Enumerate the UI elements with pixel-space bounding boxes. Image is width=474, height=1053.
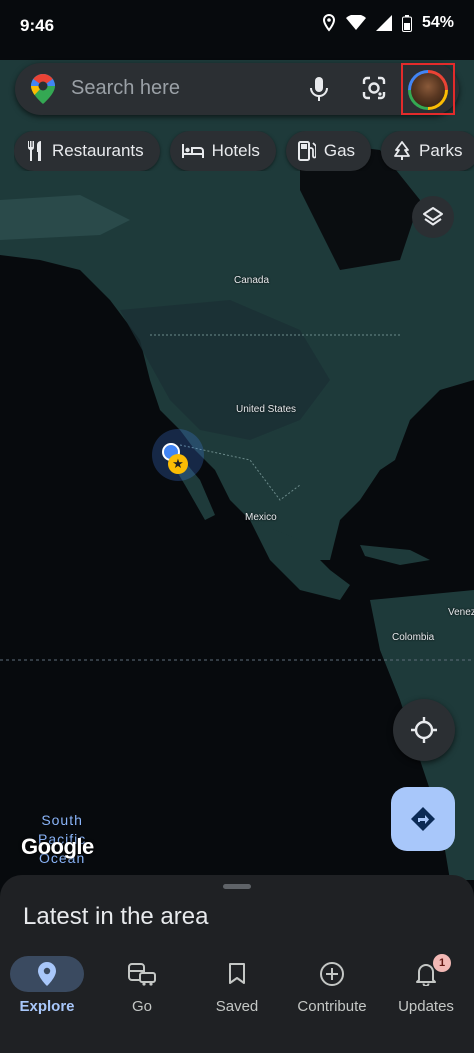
sheet-drag-handle[interactable] (223, 884, 251, 889)
category-chips: Restaurants Hotels Gas Parks (14, 131, 474, 171)
search-input[interactable]: Search here (71, 77, 180, 100)
bed-icon (181, 144, 204, 158)
bottom-sheet[interactable]: Latest in the area (0, 875, 474, 955)
nav-label: Saved (215, 998, 259, 1015)
map-label-venezuela: Venez (448, 607, 474, 618)
nav-label: Go (131, 998, 152, 1015)
commute-icon (128, 963, 156, 986)
status-time: 9:46 (20, 16, 55, 35)
map-label-united-states: United States (236, 404, 297, 415)
avatar (408, 70, 448, 110)
location-status-icon (322, 14, 335, 32)
nav-explore[interactable]: Explore (2, 956, 92, 1015)
add-circle-icon (320, 962, 344, 986)
account-avatar-button[interactable] (401, 63, 455, 115)
wifi-icon (345, 15, 366, 30)
chip-parks[interactable]: Parks (381, 131, 474, 171)
tree-icon (394, 141, 410, 160)
nav-updates[interactable]: 1 Updates (381, 954, 471, 1015)
directions-button[interactable] (391, 787, 455, 851)
chip-label: Parks (419, 141, 463, 160)
signal-icon (375, 15, 392, 31)
google-maps-pin-icon (31, 74, 55, 104)
chip-label: Restaurants (52, 141, 144, 160)
google-lens-icon[interactable] (361, 75, 387, 101)
nav-contribute[interactable]: Contribute (287, 956, 377, 1015)
chip-label: Gas (323, 141, 356, 160)
gas-pump-icon (297, 141, 316, 161)
saved-place-star-icon[interactable]: ★ (168, 454, 188, 474)
nav-label: Explore (19, 998, 75, 1015)
nav-label: Contribute (297, 998, 367, 1015)
chip-restaurants[interactable]: Restaurants (14, 131, 160, 171)
google-logo: Google (21, 834, 94, 859)
nav-go[interactable]: Go (97, 956, 187, 1015)
layers-icon (423, 207, 443, 226)
map-label-canada: Canada (234, 275, 270, 286)
battery-icon (401, 14, 412, 32)
status-bar: 9:46 54% (0, 0, 474, 52)
map-label-mexico: Mexico (245, 512, 277, 523)
bottom-navigation: Explore Go Saved Contribute 1 Updates (0, 948, 474, 1053)
fork-knife-icon (27, 141, 41, 161)
chip-label: Hotels (211, 141, 260, 160)
bookmark-icon (229, 963, 245, 984)
notification-badge: 1 (433, 954, 451, 972)
sheet-title: Latest in the area (23, 903, 209, 930)
map-label-colombia: Colombia (392, 632, 435, 643)
nav-label: Updates (398, 998, 454, 1015)
chip-hotels[interactable]: Hotels (169, 131, 276, 171)
location-pin-icon (38, 962, 56, 986)
nav-saved[interactable]: Saved (192, 956, 282, 1015)
crosshair-location-icon (411, 717, 437, 743)
battery-percent: 54% (421, 14, 454, 31)
chip-gas[interactable]: Gas (285, 131, 372, 171)
search-bar[interactable]: Search here (15, 63, 459, 115)
my-location-button[interactable] (393, 699, 455, 761)
directions-icon (411, 807, 435, 831)
microphone-icon[interactable] (307, 75, 331, 103)
map-layers-button[interactable] (412, 196, 454, 238)
